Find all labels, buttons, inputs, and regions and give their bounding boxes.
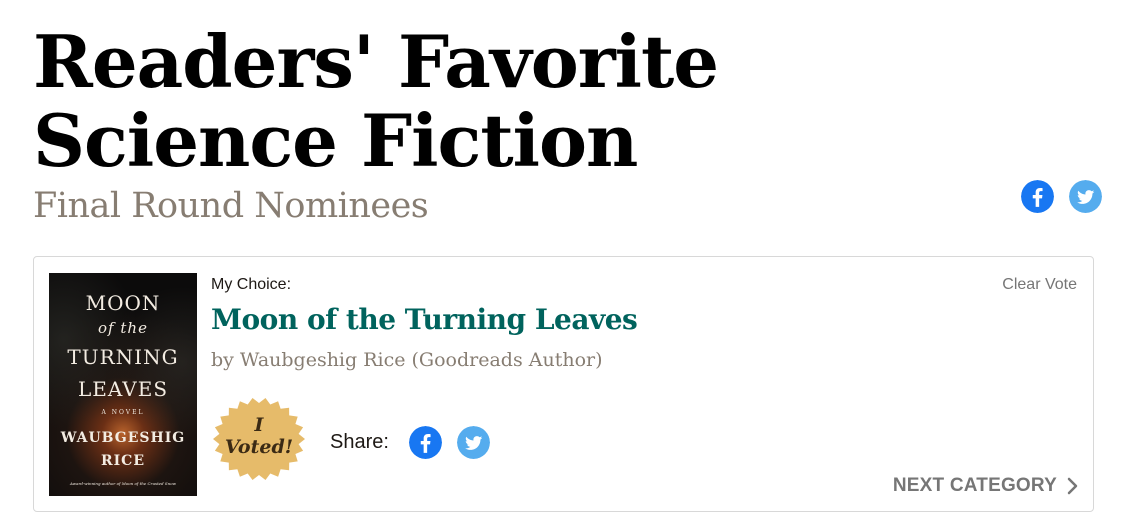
facebook-icon[interactable]: [1021, 180, 1054, 213]
cover-blurb: Award-winning author of Moon of the Crus…: [69, 481, 177, 486]
cover-title-line: TURNING: [67, 345, 179, 369]
book-cover[interactable]: MOON of the TURNING LEAVES A NOVEL WAUBG…: [49, 273, 197, 496]
card-share-group: [409, 426, 490, 459]
chevron-right-icon: [1067, 477, 1078, 495]
cover-title-line: LEAVES: [77, 377, 169, 401]
badge-text-line: I: [254, 414, 264, 436]
i-voted-badge: I Voted!: [211, 397, 307, 481]
cover-title-line: MOON: [85, 291, 161, 315]
book-author-link[interactable]: by Waubgeshig Rice (Goodreads Author): [211, 349, 603, 371]
my-choice-card: MOON of the TURNING LEAVES A NOVEL WAUBG…: [33, 256, 1094, 512]
my-choice-label: My Choice:: [211, 276, 292, 293]
facebook-icon[interactable]: [409, 426, 442, 459]
cover-tag: A NOVEL: [101, 409, 145, 416]
cover-author-line: RICE: [101, 453, 145, 469]
twitter-icon[interactable]: [457, 426, 490, 459]
page-subtitle: Final Round Nominees: [33, 186, 429, 226]
twitter-icon[interactable]: [1069, 180, 1102, 213]
cover-title-line: of the: [98, 319, 148, 337]
clear-vote-link[interactable]: Clear Vote: [1002, 276, 1077, 294]
next-category-label: NEXT CATEGORY: [892, 475, 1057, 496]
header-share-group: [1021, 180, 1102, 213]
badge-text-line: Voted!: [224, 436, 294, 458]
cover-author-line: WAUBGESHIG: [60, 430, 186, 446]
badge-text: I Voted!: [211, 414, 307, 458]
next-category-link[interactable]: NEXT CATEGORY: [893, 475, 1079, 497]
share-label: Share:: [330, 431, 389, 453]
page-title: Readers' Favorite Science Fiction: [33, 19, 719, 183]
book-title-link[interactable]: Moon of the Turning Leaves: [211, 303, 638, 336]
